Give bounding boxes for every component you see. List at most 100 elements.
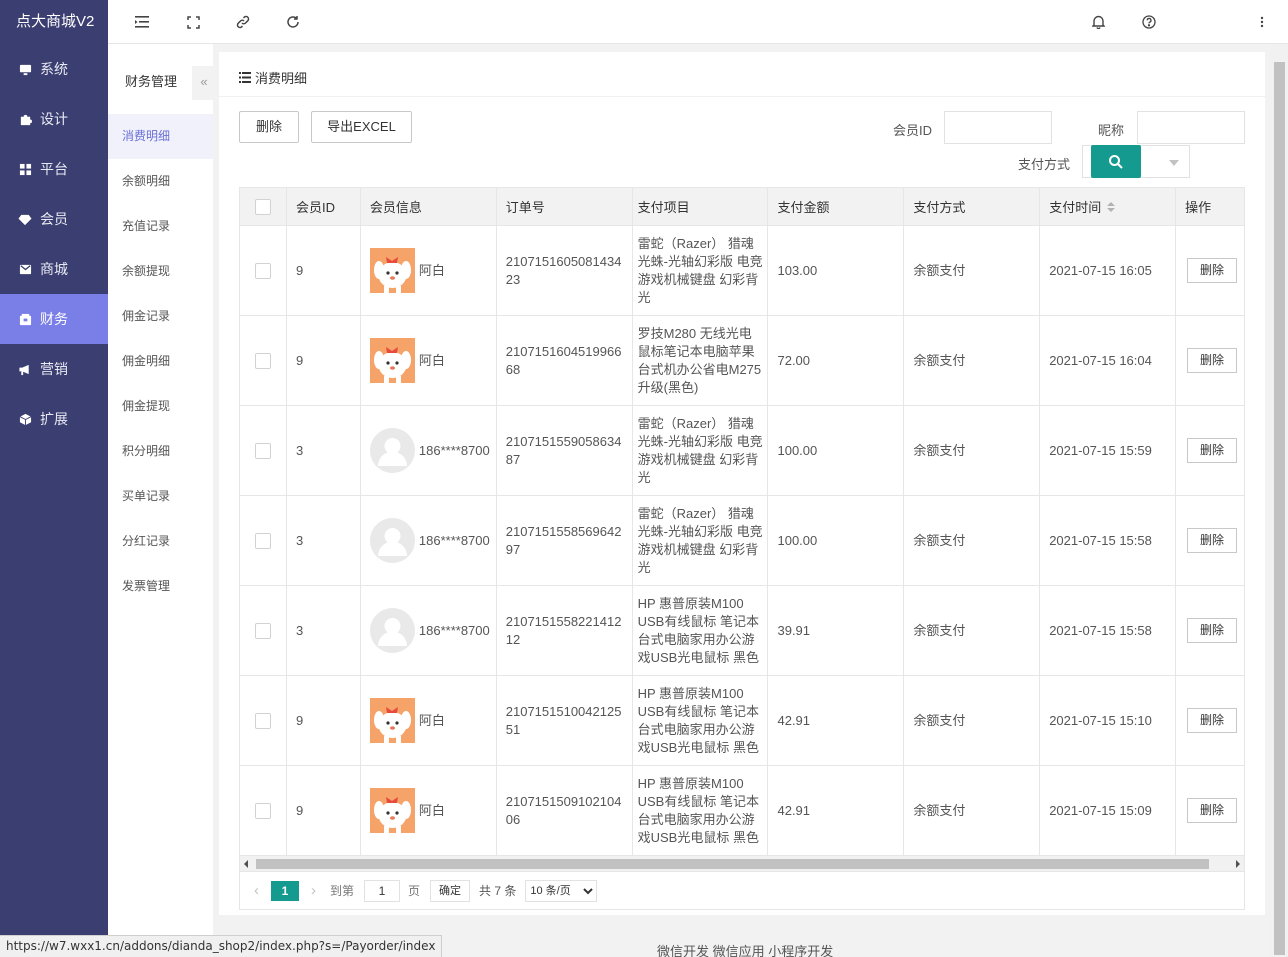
- nav-label: 设计: [40, 111, 68, 127]
- member-name: 阿白: [418, 712, 445, 728]
- table-row: 3 186****8700 210715155822141212 HP 惠普原装M10…: [240, 586, 1245, 676]
- cell-order-no: 210715160451996668: [497, 316, 633, 405]
- next-page-icon[interactable]: ›: [311, 882, 316, 899]
- link-icon[interactable]: [233, 12, 253, 32]
- cell-member-id: 9: [287, 316, 361, 405]
- header-pay-item: 支付项目: [633, 188, 769, 225]
- subnav-item[interactable]: 佣金记录: [108, 294, 213, 339]
- subnav-item[interactable]: 佣金明细: [108, 339, 213, 384]
- row-checkbox[interactable]: [254, 712, 271, 729]
- nickname-label: 昵称: [1098, 123, 1125, 138]
- bell-icon[interactable]: [1088, 12, 1108, 32]
- cell-amount: 42.91: [768, 766, 905, 855]
- row-delete-button[interactable]: 删除: [1187, 348, 1238, 373]
- row-checkbox[interactable]: [254, 802, 271, 819]
- row-delete-button[interactable]: 删除: [1187, 618, 1238, 643]
- horizontal-scrollbar[interactable]: [239, 855, 1245, 872]
- nav-item-system[interactable]: 系统: [0, 44, 108, 94]
- brand-logo: 点大商城V2: [16, 13, 95, 30]
- nav-item-extend[interactable]: 扩展: [0, 394, 108, 444]
- cell-member-info: 186****8700: [361, 406, 497, 495]
- nav-item-marketing[interactable]: 营销: [0, 344, 108, 394]
- row-select-cell: [240, 316, 287, 405]
- header-pay-time[interactable]: 支付时间: [1040, 188, 1177, 225]
- cell-amount: 100.00: [768, 496, 905, 585]
- nav-label: 扩展: [40, 411, 68, 427]
- page-size-select[interactable]: 10 条/页20 条/页30 条/页40 条/页50 条/页: [525, 879, 598, 902]
- menu-toggle-icon[interactable]: [132, 12, 152, 32]
- nav-item-platform[interactable]: 平台: [0, 144, 108, 194]
- row-delete-button[interactable]: 删除: [1187, 438, 1238, 463]
- select-all-checkbox[interactable]: [254, 198, 271, 215]
- cell-member-id: 3: [287, 406, 361, 495]
- nav-label: 系统: [40, 61, 68, 77]
- row-select-cell: [240, 406, 287, 495]
- row-select-cell: [240, 226, 287, 315]
- default-avatar: [369, 518, 415, 563]
- subnav-item[interactable]: 发票管理: [108, 564, 213, 609]
- vertical-scrollbar[interactable]: [1271, 44, 1288, 957]
- nav-item-shop[interactable]: 商城: [0, 244, 108, 294]
- member-name: 186****8700: [418, 532, 490, 548]
- subnav-item[interactable]: 消费明细: [108, 114, 213, 159]
- row-checkbox[interactable]: [254, 532, 271, 549]
- cell-order-no: 210715160508143423: [497, 226, 633, 315]
- cell-pay-time: 2021-07-15 15:58: [1040, 496, 1177, 585]
- export-excel-button[interactable]: 导出EXCEL: [311, 111, 412, 143]
- header-member-info: 会员信息: [361, 188, 497, 225]
- sub-sidebar: 财务管理 « 消费明细 余额明细 充值记录 余额提现 佣金记录 佣金明细 佣金提现 积分明细买…: [108, 44, 216, 957]
- monitor-icon: [18, 62, 32, 76]
- nav-item-design[interactable]: 设计: [0, 94, 108, 144]
- scroll-thumb[interactable]: [256, 859, 1209, 869]
- nav-label: 会员: [40, 211, 68, 227]
- scroll-right-icon[interactable]: [1236, 860, 1240, 868]
- member-name: 186****8700: [418, 622, 490, 638]
- more-vertical-icon[interactable]: [1252, 12, 1272, 32]
- subnav-item[interactable]: 余额提现: [108, 249, 213, 294]
- table-body: 9 阿白 210715160508143423 雷蛇（Razer） 猎魂光蛛-光轴幻彩…: [240, 226, 1245, 856]
- row-checkbox[interactable]: [254, 442, 271, 459]
- row-checkbox[interactable]: [254, 622, 271, 639]
- scroll-thumb[interactable]: [1274, 62, 1285, 955]
- cartoon-avatar: [369, 698, 415, 743]
- goto-page-input[interactable]: 1: [364, 879, 401, 902]
- fullscreen-icon[interactable]: [183, 12, 203, 32]
- subnav-item[interactable]: 积分明细: [108, 429, 213, 474]
- nickname-input[interactable]: [1137, 111, 1245, 144]
- nav-label: 营销: [40, 361, 68, 377]
- page-current[interactable]: 1: [271, 880, 299, 901]
- consumption-table: 会员ID 会员信息 订单号 支付项目 支付金额 支付方式 支付时间 操作 9 阿白…: [239, 187, 1245, 856]
- nav-item-finance[interactable]: 财务: [0, 294, 108, 344]
- row-delete-button[interactable]: 删除: [1187, 258, 1238, 283]
- goto-confirm-button[interactable]: 确定: [430, 879, 471, 902]
- subnav-item[interactable]: 佣金提现: [108, 384, 213, 429]
- cell-actions: 删除: [1176, 496, 1245, 585]
- subnav-item[interactable]: 买单记录: [108, 474, 213, 519]
- row-checkbox[interactable]: [254, 352, 271, 369]
- prev-page-icon[interactable]: ‹: [254, 882, 259, 899]
- row-delete-button[interactable]: 删除: [1187, 708, 1238, 733]
- delete-button[interactable]: 删除: [239, 111, 299, 143]
- cell-order-no: 210715150910210406: [497, 766, 633, 855]
- cell-member-info: 阿白: [361, 226, 497, 315]
- nav-item-member[interactable]: 会员: [0, 194, 108, 244]
- row-delete-button[interactable]: 删除: [1187, 528, 1238, 553]
- subnav-item[interactable]: 余额明细: [108, 159, 213, 204]
- search-button[interactable]: [1091, 145, 1141, 178]
- scroll-left-icon[interactable]: [244, 860, 248, 868]
- row-checkbox[interactable]: [254, 262, 271, 279]
- sort-icon[interactable]: [1107, 201, 1116, 212]
- refresh-icon[interactable]: [283, 12, 303, 32]
- subnav-item[interactable]: 分红记录: [108, 519, 213, 564]
- table-row: 9 阿白 210715151004212551 HP 惠普原装M100 USB有线鼠标…: [240, 676, 1245, 766]
- collapse-button[interactable]: «: [192, 66, 216, 100]
- subnav-item[interactable]: 充值记录: [108, 204, 213, 249]
- cell-actions: 删除: [1176, 766, 1245, 855]
- header-member-id: 会员ID: [287, 188, 361, 225]
- help-icon[interactable]: [1139, 12, 1159, 32]
- cell-pay-method: 余额支付: [904, 676, 1041, 765]
- row-delete-button[interactable]: 删除: [1187, 798, 1238, 823]
- cartoon-avatar: [369, 788, 415, 833]
- member-id-input[interactable]: [944, 111, 1052, 144]
- table-header: 会员ID 会员信息 订单号 支付项目 支付金额 支付方式 支付时间 操作: [240, 187, 1245, 226]
